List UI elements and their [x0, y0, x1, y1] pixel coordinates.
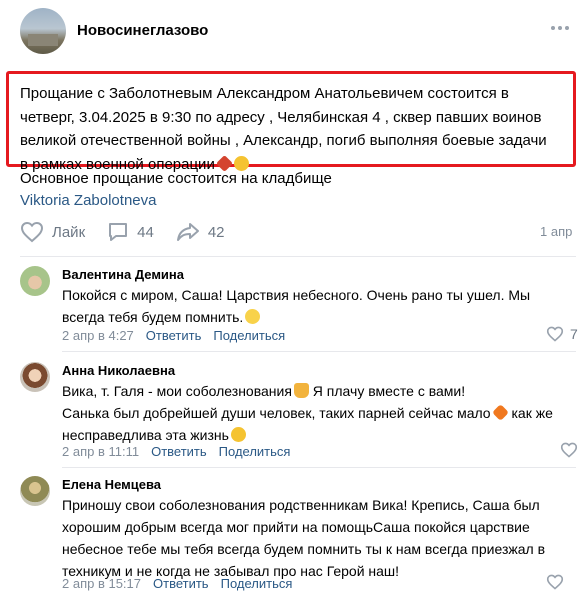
post-line: четверг, 3.04.2025 в 9:30 по адресу , Че…	[20, 108, 542, 126]
comment-line: всегда тебя будем помнить.	[62, 309, 244, 325]
comment-date[interactable]: 2 апр в 11:11	[62, 444, 139, 459]
group-name[interactable]: Новосинеглазово	[77, 22, 208, 39]
comments-count: 44	[137, 223, 154, 241]
comment-date[interactable]: 2 апр в 4:27	[62, 328, 134, 343]
comment-line: Приношу свои соболезнования родственника…	[62, 497, 540, 513]
comment-date[interactable]: 2 апр в 15:17	[62, 576, 141, 591]
comment-avatar[interactable]	[20, 476, 50, 506]
shares-count: 42	[207, 223, 225, 241]
comment-author[interactable]: Валентина Демина	[62, 267, 184, 282]
comment-text: Приношу свои соболезнования родственника…	[62, 494, 582, 582]
share-comment-button[interactable]: Поделиться	[213, 328, 285, 343]
reply-button[interactable]: Ответить	[151, 444, 207, 459]
comment-avatar[interactable]	[20, 362, 50, 392]
post-line: великой отечественной войны , Александр,…	[20, 132, 547, 149]
praying-hands-emoji-icon	[293, 383, 309, 398]
post-actions: Лайк 44 42	[20, 220, 247, 244]
comment-like-button[interactable]: 7	[546, 326, 578, 342]
comment-avatar[interactable]	[20, 266, 50, 296]
post-extra-text: Основное прощание состоится на кладбище	[20, 170, 332, 187]
comment-line: небесное тебе мы тебя всегда будем помни…	[62, 541, 546, 557]
more-options-icon[interactable]	[548, 20, 572, 36]
comment-like-count: 7	[570, 326, 578, 342]
comment-line: как же	[507, 405, 553, 421]
like-label: Лайк	[52, 223, 86, 241]
divider	[62, 351, 576, 352]
crying-face-emoji-icon	[230, 427, 246, 442]
share-comment-button[interactable]: Поделиться	[219, 444, 291, 459]
heart-icon	[560, 442, 578, 458]
comment-meta: 2 апр в 11:11 Ответить Поделиться	[62, 444, 290, 459]
divider	[62, 467, 576, 468]
reply-button[interactable]: Ответить	[146, 328, 202, 343]
crying-face-emoji-icon	[233, 155, 249, 171]
comment-button[interactable]: 44	[107, 221, 154, 243]
group-avatar[interactable]	[20, 8, 66, 54]
comment-line: Санька был добрейшей души человек, таких…	[62, 405, 491, 421]
broken-heart-emoji-icon	[215, 154, 233, 172]
grin-emoji-icon	[245, 309, 261, 324]
comment-line: Покойся с миром, Саша! Царствия небесног…	[62, 287, 531, 303]
share-comment-button[interactable]: Поделиться	[221, 576, 293, 591]
comment-line: Вика, т. Галя - мои соболезнования	[62, 383, 292, 399]
comment-line: хорошим добрым всегда мог прийти на помо…	[62, 519, 530, 535]
divider	[20, 256, 576, 257]
comment-like-button[interactable]	[546, 574, 564, 590]
comment-icon	[109, 223, 128, 241]
comment-text: Вика, т. Галя - мои соболезнования Я пла…	[62, 380, 582, 446]
heart-icon	[20, 221, 44, 243]
orange-heart-emoji-icon	[491, 404, 509, 421]
comment-meta: 2 апр в 15:17 Ответить Поделиться	[62, 576, 292, 591]
author-link[interactable]: Viktoria Zabolotneva	[20, 192, 156, 209]
comment-text: Покойся с миром, Саша! Царствия небесног…	[62, 284, 582, 328]
heart-icon	[546, 574, 564, 590]
comment-line: несправедлива эта жизнь	[62, 427, 229, 443]
comment-author[interactable]: Анна Николаевна	[62, 363, 175, 378]
post-line: Прощание с Заболотневым Александром Анат…	[20, 85, 509, 102]
share-icon	[176, 223, 199, 241]
comment-like-button[interactable]	[560, 442, 578, 458]
like-button[interactable]: Лайк	[20, 221, 85, 243]
post-text: Прощание с Заболотневым Александром Анат…	[20, 82, 568, 176]
comment-line: Я плачу вместе с вами!	[308, 383, 466, 399]
comment-meta: 2 апр в 4:27 Ответить Поделиться	[62, 328, 285, 343]
comment-author[interactable]: Елена Немцева	[62, 477, 161, 492]
heart-icon	[546, 326, 564, 342]
post-date[interactable]: 1 апр	[540, 224, 572, 239]
reply-button[interactable]: Ответить	[153, 576, 209, 591]
share-button[interactable]: 42	[176, 221, 225, 243]
